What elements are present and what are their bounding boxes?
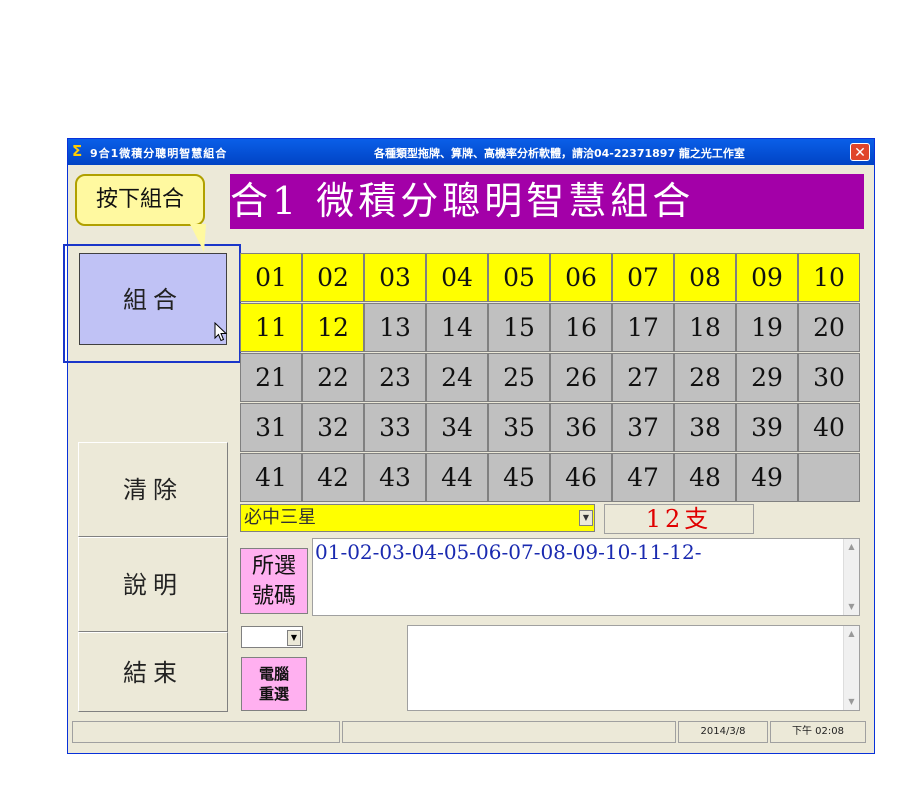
number-cell-15[interactable]: 15 bbox=[488, 303, 550, 352]
tooltip-bubble: 按下組合 bbox=[75, 174, 205, 226]
status-time: 下午 02:08 bbox=[770, 721, 866, 743]
selected-label-line2: 號碼 bbox=[251, 584, 296, 609]
banner-title: 合1 微積分聰明智慧組合 bbox=[230, 174, 864, 229]
clear-button[interactable]: 清除 bbox=[78, 442, 228, 537]
number-cell-10[interactable]: 10 bbox=[798, 253, 860, 302]
number-cell-13[interactable]: 13 bbox=[364, 303, 426, 352]
output-box[interactable]: ▲ ▼ bbox=[407, 625, 860, 711]
chevron-down-icon[interactable]: ▼ bbox=[287, 630, 301, 646]
number-cell-42[interactable]: 42 bbox=[302, 453, 364, 502]
number-cell-28[interactable]: 28 bbox=[674, 353, 736, 402]
number-cell-41[interactable]: 41 bbox=[240, 453, 302, 502]
selected-numbers-box[interactable]: 01-02-03-04-05-06-07-08-09-10-11-12- ▲ ▼ bbox=[312, 538, 860, 616]
status-date: 2014/3/8 bbox=[678, 721, 768, 743]
number-cell-02[interactable]: 02 bbox=[302, 253, 364, 302]
mode-select[interactable]: 必中三星 ▼ bbox=[240, 504, 595, 532]
number-cell-01[interactable]: 01 bbox=[240, 253, 302, 302]
app-window: Σ 9合1微積分聰明智慧組合 各種類型拖牌、算牌、高機率分析軟體，請洽04-22… bbox=[63, 138, 875, 754]
explain-button[interactable]: 說明 bbox=[78, 537, 228, 632]
number-cell-04[interactable]: 04 bbox=[426, 253, 488, 302]
selected-numbers-label: 所選 號碼 bbox=[240, 548, 308, 614]
number-cell-35[interactable]: 35 bbox=[488, 403, 550, 452]
number-cell-40[interactable]: 40 bbox=[798, 403, 860, 452]
close-icon: ✕ bbox=[854, 145, 866, 161]
number-cell-08[interactable]: 08 bbox=[674, 253, 736, 302]
number-cell-18[interactable]: 18 bbox=[674, 303, 736, 352]
number-cell-17[interactable]: 17 bbox=[612, 303, 674, 352]
count-display: 12支 bbox=[604, 504, 754, 534]
number-cell-03[interactable]: 03 bbox=[364, 253, 426, 302]
number-cell-48[interactable]: 48 bbox=[674, 453, 736, 502]
title-bar[interactable]: Σ 9合1微積分聰明智慧組合 各種類型拖牌、算牌、高機率分析軟體，請洽04-22… bbox=[68, 139, 874, 165]
number-cell-31[interactable]: 31 bbox=[240, 403, 302, 452]
number-cell-05[interactable]: 05 bbox=[488, 253, 550, 302]
tooltip-tail bbox=[190, 224, 206, 252]
number-cell-43[interactable]: 43 bbox=[364, 453, 426, 502]
scrollbar[interactable]: ▲ ▼ bbox=[843, 539, 859, 615]
scroll-up-icon[interactable]: ▲ bbox=[845, 540, 858, 554]
window-title: 9合1微積分聰明智慧組合 bbox=[90, 147, 228, 160]
number-cell-29[interactable]: 29 bbox=[736, 353, 798, 402]
status-bar: 2014/3/8 下午 02:08 bbox=[72, 721, 870, 745]
number-cell-45[interactable]: 45 bbox=[488, 453, 550, 502]
close-button[interactable]: ✕ bbox=[850, 143, 870, 161]
number-cell-23[interactable]: 23 bbox=[364, 353, 426, 402]
selected-label-line1: 所選 bbox=[251, 554, 296, 579]
reselect-line2: 重選 bbox=[258, 685, 289, 703]
number-cell-19[interactable]: 19 bbox=[736, 303, 798, 352]
number-cell-38[interactable]: 38 bbox=[674, 403, 736, 452]
number-cell-empty bbox=[798, 453, 860, 502]
number-cell-44[interactable]: 44 bbox=[426, 453, 488, 502]
mouse-pointer-icon bbox=[214, 322, 228, 342]
computer-reselect-button[interactable]: 電腦 重選 bbox=[241, 657, 307, 711]
number-cell-30[interactable]: 30 bbox=[798, 353, 860, 402]
sigma-icon: Σ bbox=[72, 142, 83, 160]
status-panel-2 bbox=[342, 721, 676, 743]
chevron-down-icon[interactable]: ▼ bbox=[579, 510, 593, 526]
number-cell-47[interactable]: 47 bbox=[612, 453, 674, 502]
number-cell-36[interactable]: 36 bbox=[550, 403, 612, 452]
number-cell-46[interactable]: 46 bbox=[550, 453, 612, 502]
scroll-down-icon[interactable]: ▼ bbox=[845, 695, 858, 709]
number-cell-49[interactable]: 49 bbox=[736, 453, 798, 502]
number-cell-12[interactable]: 12 bbox=[302, 303, 364, 352]
number-cell-37[interactable]: 37 bbox=[612, 403, 674, 452]
number-cell-22[interactable]: 22 bbox=[302, 353, 364, 402]
number-cell-33[interactable]: 33 bbox=[364, 403, 426, 452]
number-cell-11[interactable]: 11 bbox=[240, 303, 302, 352]
window-title-extra: 各種類型拖牌、算牌、高機率分析軟體，請洽04-22371897 龍之光工作室 bbox=[374, 147, 745, 160]
number-cell-06[interactable]: 06 bbox=[550, 253, 612, 302]
status-panel-1 bbox=[72, 721, 340, 743]
number-cell-21[interactable]: 21 bbox=[240, 353, 302, 402]
number-cell-14[interactable]: 14 bbox=[426, 303, 488, 352]
scroll-up-icon[interactable]: ▲ bbox=[845, 627, 858, 641]
number-cell-26[interactable]: 26 bbox=[550, 353, 612, 402]
number-cell-32[interactable]: 32 bbox=[302, 403, 364, 452]
number-cell-39[interactable]: 39 bbox=[736, 403, 798, 452]
mode-select-value: 必中三星 bbox=[244, 507, 316, 528]
combine-highlight-outline bbox=[63, 244, 241, 363]
scrollbar[interactable]: ▲ ▼ bbox=[843, 626, 859, 710]
number-cell-24[interactable]: 24 bbox=[426, 353, 488, 402]
number-cell-07[interactable]: 07 bbox=[612, 253, 674, 302]
scroll-down-icon[interactable]: ▼ bbox=[845, 600, 858, 614]
exit-button[interactable]: 結束 bbox=[78, 632, 228, 712]
reselect-line1: 電腦 bbox=[258, 665, 289, 683]
selected-numbers-text: 01-02-03-04-05-06-07-08-09-10-11-12- bbox=[315, 540, 702, 564]
number-cell-25[interactable]: 25 bbox=[488, 353, 550, 402]
number-cell-20[interactable]: 20 bbox=[798, 303, 860, 352]
number-cell-27[interactable]: 27 bbox=[612, 353, 674, 402]
number-cell-34[interactable]: 34 bbox=[426, 403, 488, 452]
number-cell-16[interactable]: 16 bbox=[550, 303, 612, 352]
small-select[interactable]: ▼ bbox=[241, 626, 303, 648]
number-cell-09[interactable]: 09 bbox=[736, 253, 798, 302]
number-grid: 01 02 03 04 05 06 07 08 09 10 11 12 13 14 15 16 17 18 19 20… bbox=[240, 253, 860, 502]
